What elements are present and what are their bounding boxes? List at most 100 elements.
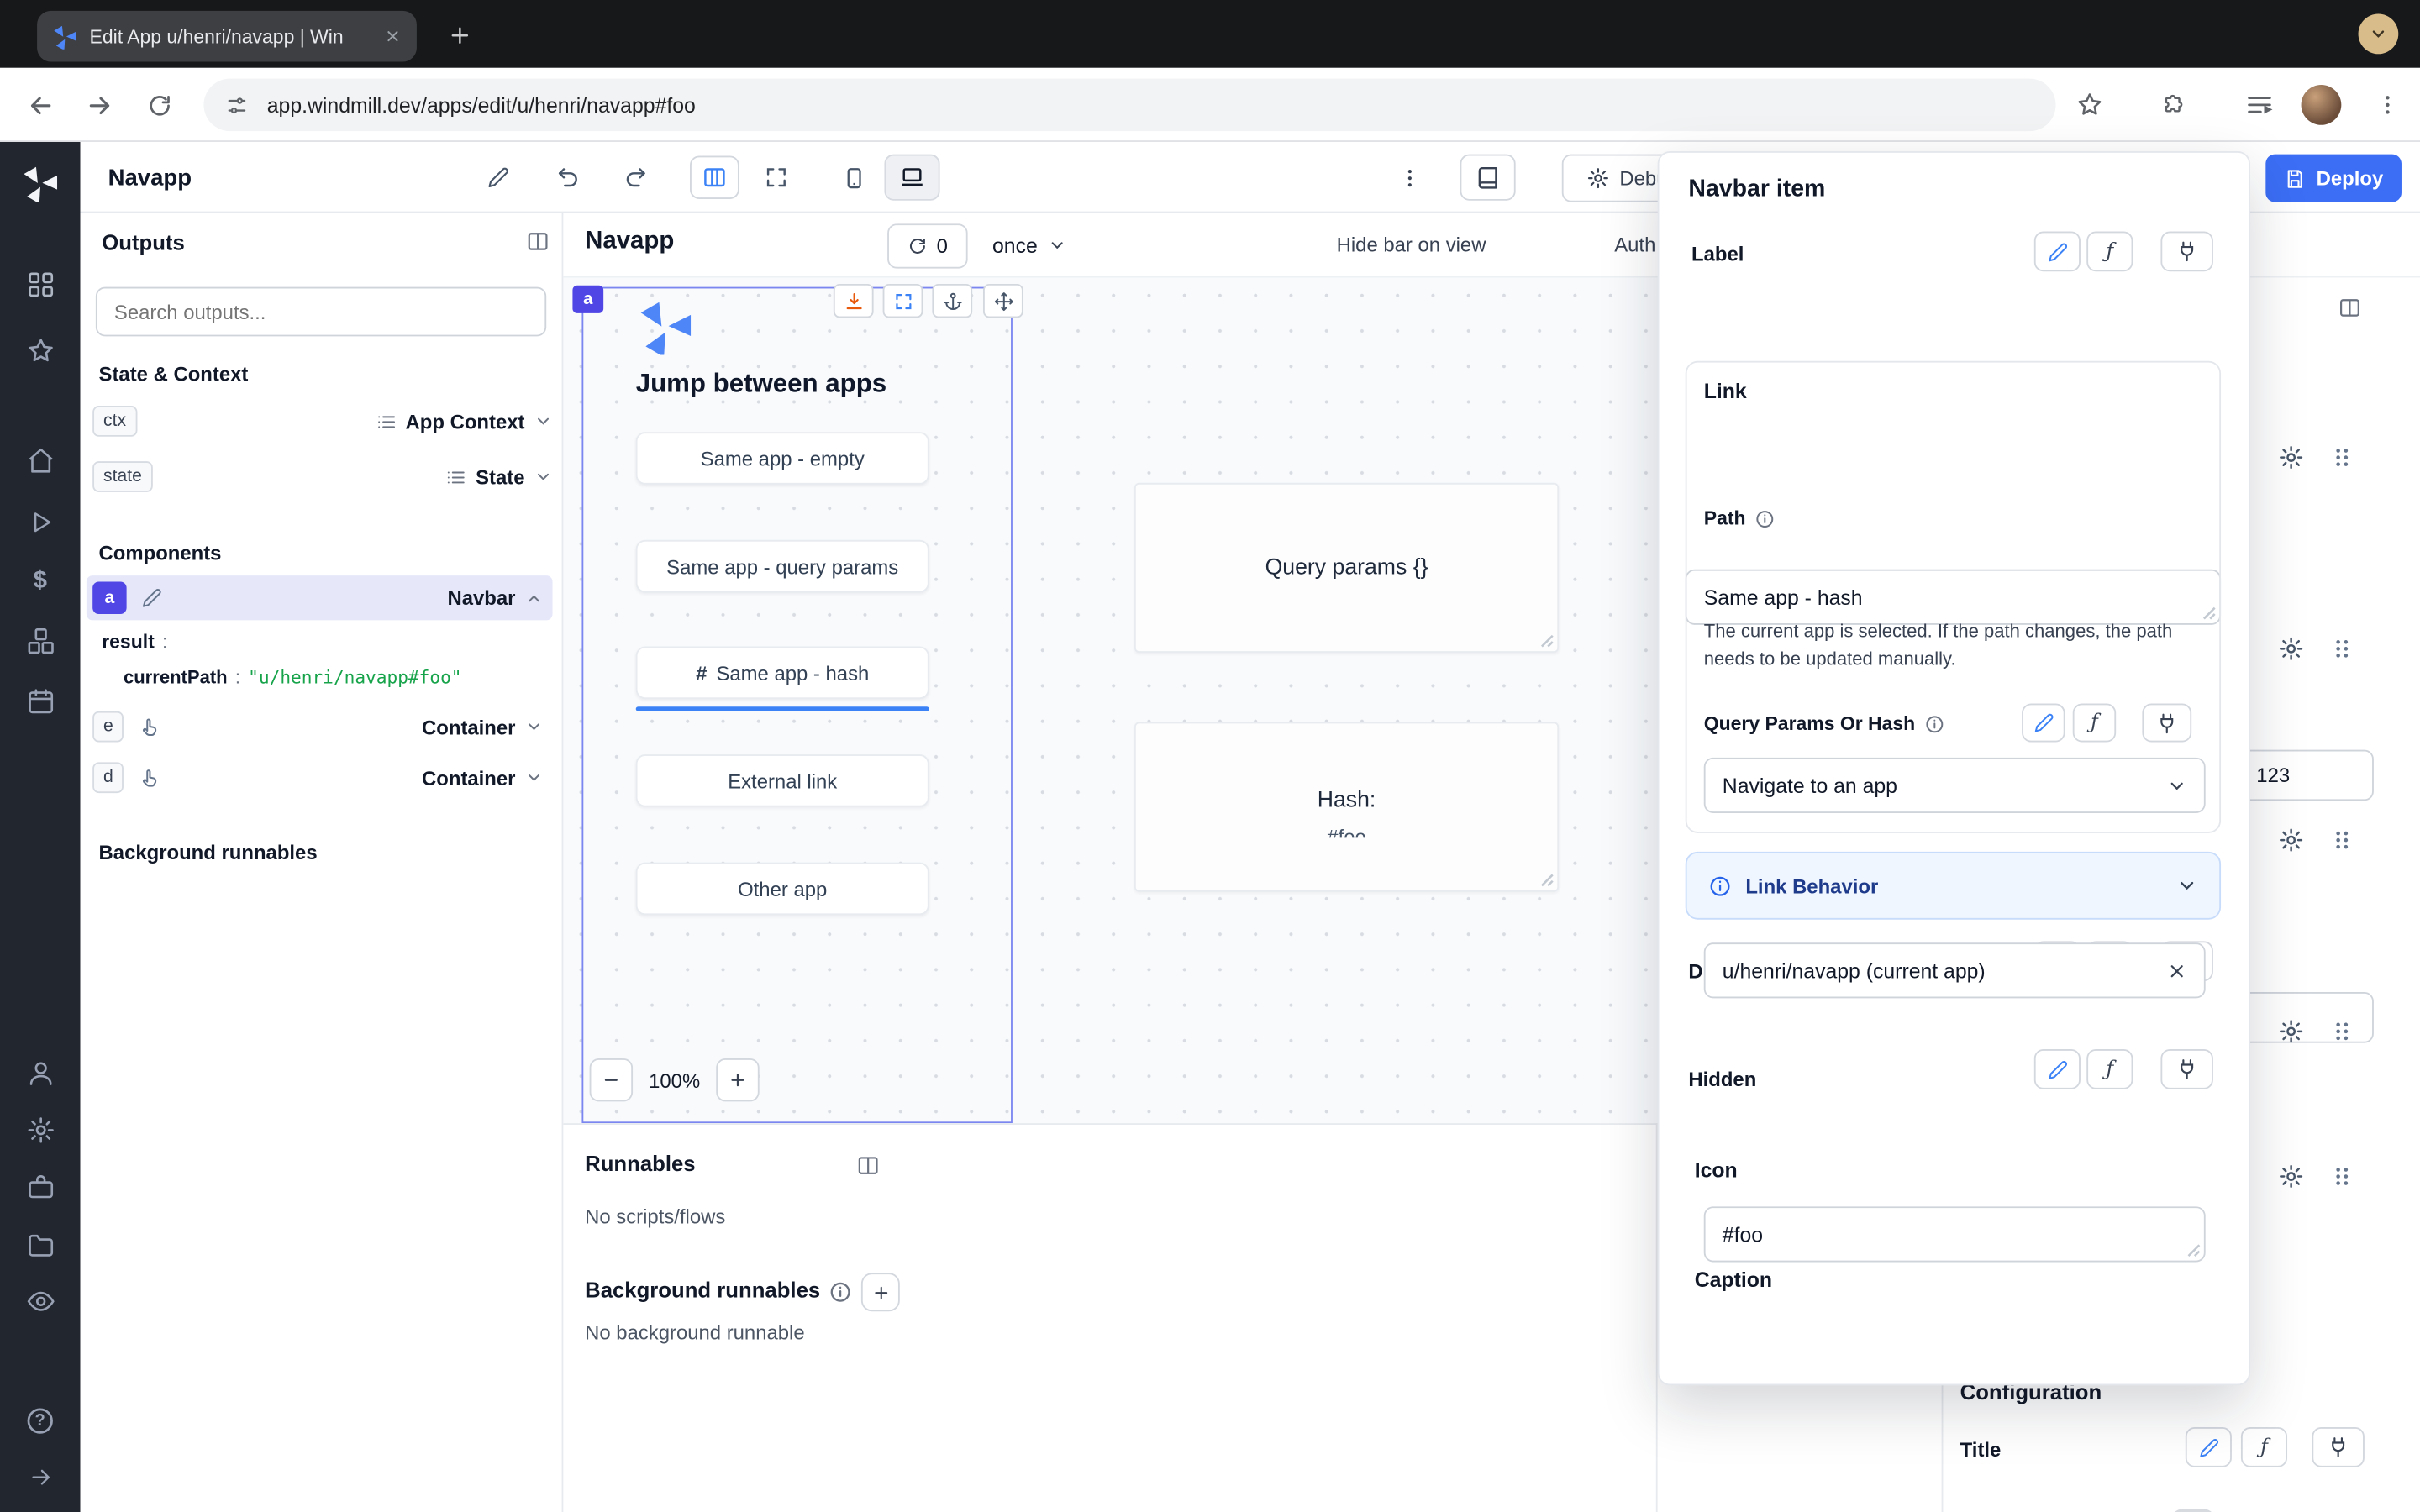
extensions-icon[interactable] xyxy=(2154,87,2191,123)
back-button[interactable] xyxy=(22,87,59,123)
bookmark-star-icon[interactable] xyxy=(2071,87,2108,123)
gear-icon[interactable] xyxy=(2278,444,2304,470)
rename-pencil-icon[interactable] xyxy=(485,164,513,192)
resize-handle-icon[interactable] xyxy=(2187,1243,2202,1257)
favorites-star-icon[interactable] xyxy=(24,333,57,367)
chevron-up-icon[interactable] xyxy=(524,589,543,607)
output-row-state[interactable]: state State xyxy=(87,455,553,498)
desktop-view-button[interactable] xyxy=(884,155,939,201)
gear-icon[interactable] xyxy=(2278,827,2304,853)
tab-close-icon[interactable] xyxy=(384,28,401,45)
drag-grip-icon[interactable] xyxy=(2330,444,2354,470)
apps-grid-icon[interactable] xyxy=(24,267,57,301)
refresh-count-button[interactable]: 0 xyxy=(887,223,968,268)
link-behavior-collapsible[interactable]: Link Behavior xyxy=(1686,852,2221,920)
chevron-down-icon[interactable] xyxy=(534,468,553,486)
fx-button[interactable]: ƒ xyxy=(2241,1427,2287,1467)
settings-gear-icon[interactable] xyxy=(24,1112,57,1146)
browser-tab[interactable]: Edit App u/henri/navapp | Win xyxy=(37,11,417,62)
browser-menu-icon[interactable] xyxy=(2369,87,2406,123)
folders-icon[interactable] xyxy=(24,1226,57,1260)
windmill-logo[interactable] xyxy=(22,165,59,202)
variables-dollar-icon[interactable]: $ xyxy=(24,564,57,598)
edit-pencil-button[interactable] xyxy=(2034,1049,2081,1089)
chevron-down-icon[interactable] xyxy=(524,717,543,736)
resize-handle-icon[interactable] xyxy=(1540,634,1555,648)
chevron-down-icon[interactable] xyxy=(534,412,553,430)
mobile-view-icon[interactable] xyxy=(835,159,872,196)
new-tab-button[interactable] xyxy=(445,20,476,51)
clear-x-icon[interactable] xyxy=(2167,960,2187,980)
zoom-in-button[interactable] xyxy=(716,1058,759,1101)
component-row-container-d[interactable]: d Container xyxy=(87,756,553,799)
redo-icon[interactable] xyxy=(620,162,651,193)
component-row-navbar[interactable]: a Navbar xyxy=(87,575,553,620)
forward-button[interactable] xyxy=(81,87,118,123)
result-key-row[interactable]: result : xyxy=(102,629,167,654)
runnables-panel-icon[interactable] xyxy=(852,1151,883,1179)
toolbar-menu-icon[interactable] xyxy=(1394,162,1425,193)
chevron-down-icon[interactable] xyxy=(524,769,543,787)
schedules-calendar-icon[interactable] xyxy=(24,684,57,717)
plug-button[interactable] xyxy=(2160,232,2212,272)
nav-item-hash[interactable]: # Same app - hash xyxy=(636,647,929,699)
media-queue-icon[interactable] xyxy=(2241,87,2278,123)
layout-columns-button[interactable] xyxy=(690,156,739,199)
drag-grip-icon[interactable] xyxy=(2330,1163,2354,1189)
query-params-card[interactable]: Query params {} xyxy=(1134,483,1559,653)
move-handle-button[interactable] xyxy=(983,284,1023,318)
current-path-row[interactable]: currentPath : "u/henri/navapp#foo" xyxy=(124,665,462,690)
deploy-button[interactable]: Deploy xyxy=(2265,155,2402,202)
expand-component-button[interactable] xyxy=(883,284,923,318)
schedule-dropdown[interactable]: once xyxy=(992,230,1067,261)
docs-book-button[interactable] xyxy=(1460,155,1516,201)
fx-button[interactable]: ƒ xyxy=(2086,232,2133,272)
plug-button[interactable] xyxy=(2160,1049,2212,1089)
gear-icon[interactable] xyxy=(2278,1163,2304,1189)
component-settings-row[interactable] xyxy=(2278,827,2354,853)
reload-button[interactable] xyxy=(140,87,177,123)
collapse-arrow-icon[interactable] xyxy=(24,1460,57,1494)
help-icon[interactable]: ? xyxy=(24,1404,57,1437)
nav-item-query-params[interactable]: Same app - query params xyxy=(636,540,929,592)
runs-play-icon[interactable] xyxy=(24,505,57,538)
edit-pencil-button[interactable] xyxy=(2034,232,2081,272)
nav-item-external-link[interactable]: External link xyxy=(636,754,929,806)
drag-grip-icon[interactable] xyxy=(2330,636,2354,662)
search-outputs-input[interactable] xyxy=(96,287,546,337)
zoom-out-button[interactable] xyxy=(590,1058,633,1101)
expand-down-button[interactable] xyxy=(834,284,874,318)
resources-modules-icon[interactable] xyxy=(24,623,57,657)
fx-button[interactable]: ƒ xyxy=(2073,704,2116,743)
edit-pencil-button[interactable] xyxy=(2022,704,2065,743)
edit-pencil-button[interactable] xyxy=(2186,1427,2232,1467)
undo-icon[interactable] xyxy=(553,162,584,193)
drag-grip-icon[interactable] xyxy=(2330,1018,2354,1044)
link-type-select[interactable]: Navigate to an app xyxy=(1704,758,2206,813)
component-settings-row[interactable] xyxy=(2278,1163,2354,1189)
nav-item-other-app[interactable]: Other app xyxy=(636,863,929,915)
anchor-button[interactable] xyxy=(932,284,972,318)
add-background-runnable-button[interactable] xyxy=(861,1273,900,1311)
component-settings-row[interactable] xyxy=(2278,444,2354,470)
drag-grip-icon[interactable] xyxy=(2330,827,2354,853)
tab-search-button[interactable] xyxy=(2359,14,2399,55)
edit-pencil-icon[interactable] xyxy=(142,588,162,608)
settings-panel-icon[interactable] xyxy=(2333,293,2365,321)
output-row-ctx[interactable]: ctx App Context xyxy=(87,400,553,443)
query-params-input[interactable]: #foo xyxy=(1704,1206,2206,1262)
plug-button[interactable] xyxy=(2312,1427,2364,1467)
nav-item-empty[interactable]: Same app - empty xyxy=(636,432,929,484)
fx-button[interactable]: ƒ xyxy=(2086,1049,2133,1089)
path-field-input[interactable]: u/henri/navapp (current app) xyxy=(1704,942,2206,998)
hash-card[interactable]: Hash: #foo xyxy=(1134,722,1559,892)
component-settings-row[interactable] xyxy=(2278,1018,2354,1044)
fullscreen-icon[interactable] xyxy=(761,162,792,193)
audit-eye-icon[interactable] xyxy=(24,1284,57,1317)
outputs-panel-icon[interactable] xyxy=(522,227,553,255)
component-settings-row[interactable] xyxy=(2278,636,2354,662)
users-icon[interactable] xyxy=(24,1055,57,1089)
gear-icon[interactable] xyxy=(2278,636,2304,662)
gear-icon[interactable] xyxy=(2278,1018,2304,1044)
component-row-container-e[interactable]: e Container xyxy=(87,705,553,748)
